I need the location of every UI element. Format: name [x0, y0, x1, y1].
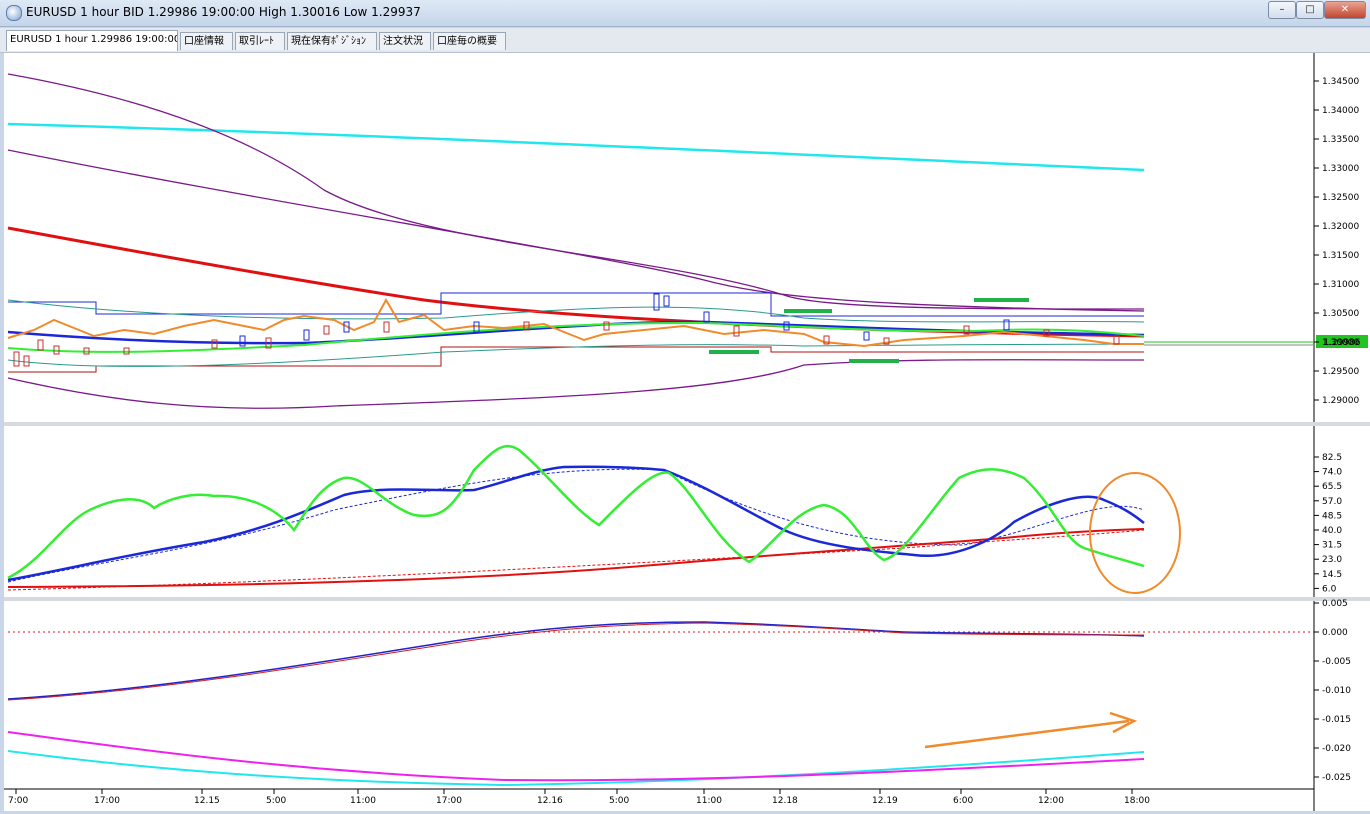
tab-account-summary[interactable]: 口座毎の概要: [433, 32, 506, 50]
time-tick-label: 7:00: [8, 796, 28, 806]
y-tick-label: 82.5: [1322, 453, 1342, 463]
level-marker: [784, 309, 832, 313]
y-tick-label: 0.000: [1322, 628, 1348, 638]
tab-orders[interactable]: 注文状況: [379, 32, 431, 50]
time-tick-label: 12.18: [772, 796, 798, 806]
level-marker: [849, 359, 899, 363]
panel-divider[interactable]: [4, 597, 1370, 601]
y-tick-label: 1.31000: [1322, 280, 1359, 290]
time-tick-label: 17:00: [436, 796, 462, 806]
tab-account-info[interactable]: 口座情報: [180, 32, 233, 50]
time-tick-label: 6:00: [953, 796, 973, 806]
y-tick-label: 6.0: [1322, 584, 1337, 594]
y-tick-label: 1.33000: [1322, 164, 1359, 174]
y-tick-label: -0.025: [1322, 773, 1351, 783]
y-tick-label: -0.015: [1322, 715, 1351, 725]
time-tick-label: 12.15: [194, 796, 220, 806]
trend-arrow: [924, 719, 1130, 749]
minimize-button[interactable]: –: [1268, 1, 1296, 19]
time-tick-label: 18:00: [1124, 796, 1150, 806]
time-axis: 7:00 17:00 12.15 5:00 11:00 17:00 12.16 5:00 11:…: [8, 789, 1150, 806]
time-tick-label: 5:00: [609, 796, 629, 806]
tab-rates[interactable]: 取引ﾚｰﾄ: [235, 32, 285, 50]
tab-bar: EURUSD 1 hour 1.29986 19:00:00 口座情報 取引ﾚｰ…: [0, 28, 1370, 53]
y-tick-label: -0.020: [1322, 744, 1351, 754]
y-tick-label: 1.29500: [1322, 367, 1359, 377]
y-tick-label: -0.010: [1322, 686, 1351, 696]
time-tick-label: 11:00: [696, 796, 722, 806]
y-tick-label: 23.0: [1322, 555, 1342, 565]
time-tick-label: 5:00: [266, 796, 286, 806]
maximize-button[interactable]: □: [1296, 1, 1324, 19]
y-tick-label: 1.30000: [1322, 338, 1359, 348]
window-title: EURUSD 1 hour BID 1.29986 19:00:00 High …: [26, 5, 421, 19]
tab-positions[interactable]: 現在保有ﾎﾟｼﾞｼｮﾝ: [287, 32, 377, 50]
time-tick-label: 12.19: [872, 796, 898, 806]
time-tick-label: 17:00: [94, 796, 120, 806]
price-panel[interactable]: 1.29986 1.345001.340001.335001.330001.32…: [7, 73, 1368, 409]
y-tick-label: -0.005: [1322, 657, 1351, 667]
y-tick-label: 14.5: [1322, 570, 1342, 580]
y-tick-label: 0.005: [1322, 599, 1348, 609]
y-tick-label: 40.0: [1322, 526, 1342, 536]
y-tick-label: 31.5: [1322, 541, 1342, 551]
macd-panel[interactable]: 0.005 0.000 -0.005 -0.010 -0.015 -0.020 -0.025: [7, 599, 1351, 787]
window-titlebar: EURUSD 1 hour BID 1.29986 19:00:00 High …: [0, 0, 1370, 27]
y-tick-label: 1.32000: [1322, 222, 1359, 232]
time-tick-label: 12.16: [537, 796, 563, 806]
y-tick-label: 1.31500: [1322, 251, 1359, 261]
level-marker: [709, 350, 759, 354]
y-tick-label: 1.29000: [1322, 396, 1359, 406]
y-tick-label: 1.34500: [1322, 77, 1359, 87]
chart-svg[interactable]: 1.29986 1.345001.340001.335001.330001.32…: [4, 53, 1370, 811]
oscillator-panel[interactable]: 82.5 74.0 65.5 57.0 48.5 40.0 31.5 23.0 14.5 6.0: [7, 444, 1342, 594]
chart-area[interactable]: 1.29986 1.34500 1.34000 1.33500 1.33000 1.32…: [4, 53, 1370, 811]
level-marker: [974, 298, 1029, 302]
app-icon: [6, 5, 22, 21]
y-tick-label: 1.32500: [1322, 193, 1359, 203]
time-tick-label: 12:00: [1038, 796, 1064, 806]
y-tick-label: 1.33500: [1322, 135, 1359, 145]
y-tick-label: 57.0: [1322, 497, 1342, 507]
y-tick-label: 1.30500: [1322, 309, 1359, 319]
y-tick-label: 74.0: [1322, 468, 1342, 478]
panel-divider[interactable]: [4, 422, 1370, 426]
tab-chart[interactable]: EURUSD 1 hour 1.29986 19:00:00: [6, 30, 178, 51]
y-tick-label: 65.5: [1322, 482, 1342, 492]
time-tick-label: 11:00: [350, 796, 376, 806]
close-button[interactable]: ✕: [1324, 1, 1366, 19]
y-tick-label: 48.5: [1322, 511, 1342, 521]
y-tick-label: 1.34000: [1322, 106, 1359, 116]
